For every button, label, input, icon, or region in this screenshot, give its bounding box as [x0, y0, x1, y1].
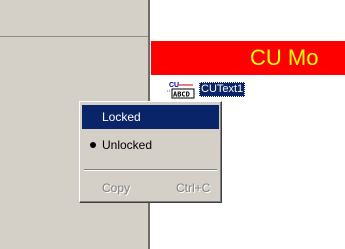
menu-item-label: Unlocked — [102, 138, 153, 152]
menu-item-unlocked[interactable]: Unlocked — [82, 133, 219, 157]
menu-item-copy[interactable]: Copy Ctrl+C — [82, 176, 219, 200]
menu-separator — [84, 169, 217, 171]
menu-item-shortcut: Ctrl+C — [176, 181, 211, 195]
cu-abcd-text-icon[interactable]: CU ABCD — [165, 80, 199, 100]
menu-item-label: Locked — [102, 110, 141, 124]
menu-item-label: Copy — [102, 181, 131, 195]
canvas-banner: CU Mo — [151, 41, 345, 75]
icon-top-text: CU — [169, 82, 179, 89]
radio-bullet-icon — [90, 142, 96, 148]
context-menu: Locked Unlocked Copy Ctrl+C — [79, 101, 222, 203]
banner-title: CU Mo — [250, 45, 319, 70]
icon-bottom-text: ABCD — [173, 91, 190, 99]
menu-item-locked[interactable]: Locked — [82, 105, 219, 129]
cutext1-component[interactable]: CUText1 — [199, 82, 246, 97]
panel-divider-line — [0, 36, 148, 37]
